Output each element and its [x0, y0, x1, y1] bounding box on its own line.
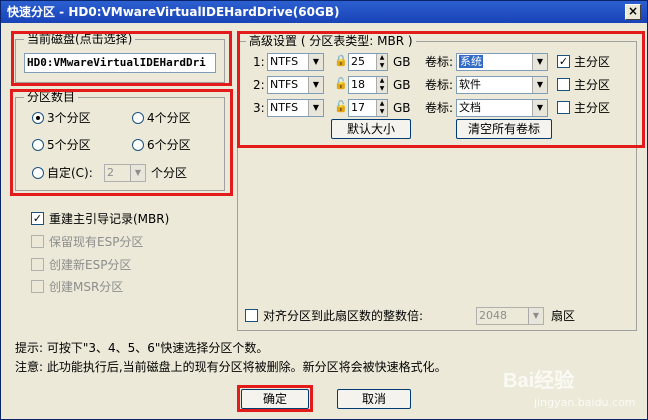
row-3-primary-label[interactable]: 主分区 — [574, 101, 610, 115]
radio-5-partitions[interactable] — [32, 139, 44, 151]
row-1-unit: GB — [393, 55, 411, 69]
row-2-index: 2: — [253, 78, 265, 92]
mbr-checkbox[interactable]: ✓ — [31, 212, 44, 225]
current-disk-group: 当前磁盘(点击选择) HD0:VMwareVirtualIDEHardDri — [15, 32, 225, 83]
row-1-volume-select[interactable]: 系统 ▼ — [456, 53, 548, 71]
row-2-primary-checkbox[interactable] — [557, 78, 570, 91]
radio-6-partitions-label[interactable]: 6个分区 — [147, 138, 191, 152]
row-3-volume-select[interactable]: 文档 ▼ — [456, 99, 548, 117]
align-sector-select[interactable]: 2048 ▼ — [476, 307, 544, 325]
close-button[interactable]: × — [625, 4, 641, 20]
row-2-unit: GB — [393, 78, 411, 92]
row-1-filesystem-value: NTFS — [270, 55, 299, 68]
hint-warning: 注意: 此功能执行后,当前磁盘上的现有分区将被删除。新分区将会被快速格式化。 — [15, 360, 447, 374]
row-3-filesystem-value: NTFS — [270, 101, 299, 114]
row-1-volume-label-text: 卷标: — [425, 55, 454, 69]
radio-custom[interactable] — [32, 167, 44, 179]
title-bar: 快速分区 - HD0:VMwareVirtualIDEHardDrive(60G… — [1, 1, 647, 23]
new-esp-label[interactable]: 创建新ESP分区 — [49, 258, 131, 272]
chevron-down-icon: ▼ — [532, 100, 547, 116]
row-3-size-value: 17 — [351, 101, 365, 114]
row-2-volume-select[interactable]: 软件 ▼ — [456, 76, 548, 94]
row-2-filesystem-value: NTFS — [270, 78, 299, 91]
radio-3-partitions-label[interactable]: 3个分区 — [47, 111, 91, 125]
spinner-arrows-icon[interactable]: ▲ ▼ — [376, 54, 387, 70]
close-icon: × — [627, 4, 639, 18]
custom-count-value: 2 — [107, 166, 114, 179]
current-disk-selector[interactable]: HD0:VMwareVirtualIDEHardDri — [24, 53, 216, 73]
quick-partition-dialog: 快速分区 - HD0:VMwareVirtualIDEHardDrive(60G… — [0, 0, 648, 420]
partition-count-title: 分区数目 — [24, 90, 79, 104]
radio-5-partitions-label[interactable]: 5个分区 — [47, 138, 91, 152]
hint-tip: 提示: 可按下"3、4、5、6"快速选择分区个数。 — [15, 341, 269, 355]
row-1-primary-label[interactable]: 主分区 — [574, 55, 610, 69]
default-size-button[interactable]: 默认大小 — [331, 119, 411, 139]
msr-label[interactable]: 创建MSR分区 — [49, 280, 123, 294]
chevron-down-icon: ▼ — [308, 77, 323, 93]
mbr-label[interactable]: 重建主引导记录(MBR) — [49, 212, 169, 226]
radio-3-partitions[interactable] — [32, 112, 44, 124]
row-1-filesystem-select[interactable]: NTFS ▼ — [267, 53, 324, 71]
custom-count-suffix: 个分区 — [151, 166, 188, 180]
advanced-settings-title: 高级设置 ( 分区表类型: MBR ) — [246, 34, 416, 48]
lock-open-icon[interactable]: 🔓 — [334, 100, 348, 114]
align-unit: 扇区 — [551, 309, 576, 323]
align-checkbox[interactable] — [245, 309, 258, 322]
chevron-down-icon: ▼ — [308, 100, 323, 116]
row-3-volume-value: 文档 — [459, 101, 481, 114]
row-3-filesystem-select[interactable]: NTFS ▼ — [267, 99, 324, 117]
chevron-down-icon: ▼ — [130, 165, 145, 181]
row-2-size-input[interactable]: 18 ▲ ▼ — [348, 76, 388, 94]
chevron-down-icon: ▼ — [532, 77, 547, 93]
msr-checkbox[interactable] — [31, 280, 44, 293]
spinner-arrows-icon[interactable]: ▲ ▼ — [376, 77, 387, 93]
align-label[interactable]: 对齐分区到此扇区数的整数倍: — [263, 309, 423, 323]
spinner-arrows-icon[interactable]: ▲ ▼ — [376, 100, 387, 116]
new-esp-checkbox[interactable] — [31, 258, 44, 271]
window-title: 快速分区 - HD0:VMwareVirtualIDEHardDrive(60G… — [7, 5, 340, 19]
ok-button[interactable]: 确定 — [241, 389, 309, 409]
row-2-primary-label[interactable]: 主分区 — [574, 78, 610, 92]
lock-closed-icon[interactable]: 🔒 — [334, 54, 348, 68]
row-2-volume-value: 软件 — [459, 78, 481, 91]
lock-open-icon[interactable]: 🔓 — [334, 77, 348, 91]
cancel-button[interactable]: 取消 — [337, 389, 411, 409]
row-1-primary-checkbox[interactable]: ✓ — [557, 55, 570, 68]
clear-all-labels-button[interactable]: 清空所有卷标 — [456, 119, 552, 139]
chevron-down-icon: ▼ — [308, 54, 323, 70]
keep-esp-label[interactable]: 保留现有ESP分区 — [49, 235, 143, 249]
watermark-brand: Bai经验 — [503, 370, 575, 392]
current-disk-title: 当前磁盘(点击选择) — [24, 32, 136, 46]
row-1-size-input[interactable]: 25 ▲ ▼ — [348, 53, 388, 71]
row-2-filesystem-select[interactable]: NTFS ▼ — [267, 76, 324, 94]
row-3-unit: GB — [393, 101, 411, 115]
radio-6-partitions[interactable] — [132, 139, 144, 151]
watermark-url: jingyan.baidu.com — [534, 396, 636, 409]
keep-esp-checkbox[interactable] — [31, 235, 44, 248]
radio-custom-label[interactable]: 自定(C): — [47, 166, 93, 180]
custom-count-select[interactable]: 2 ▼ — [104, 164, 146, 182]
row-3-size-input[interactable]: 17 ▲ ▼ — [348, 99, 388, 117]
row-1-index: 1: — [253, 55, 265, 69]
row-3-index: 3: — [253, 101, 265, 115]
radio-4-partitions-label[interactable]: 4个分区 — [147, 111, 191, 125]
row-2-volume-label-text: 卷标: — [425, 78, 454, 92]
row-3-volume-label-text: 卷标: — [425, 101, 454, 115]
row-2-size-value: 18 — [351, 78, 365, 91]
row-1-volume-value: 系统 — [459, 55, 483, 68]
row-1-size-value: 25 — [351, 55, 365, 68]
chevron-down-icon: ▼ — [528, 308, 543, 324]
align-sector-value: 2048 — [479, 309, 507, 322]
current-disk-name: HD0:VMwareVirtualIDEHardDri — [27, 56, 206, 69]
radio-4-partitions[interactable] — [132, 112, 144, 124]
row-3-primary-checkbox[interactable] — [557, 101, 570, 114]
chevron-down-icon: ▼ — [532, 54, 547, 70]
